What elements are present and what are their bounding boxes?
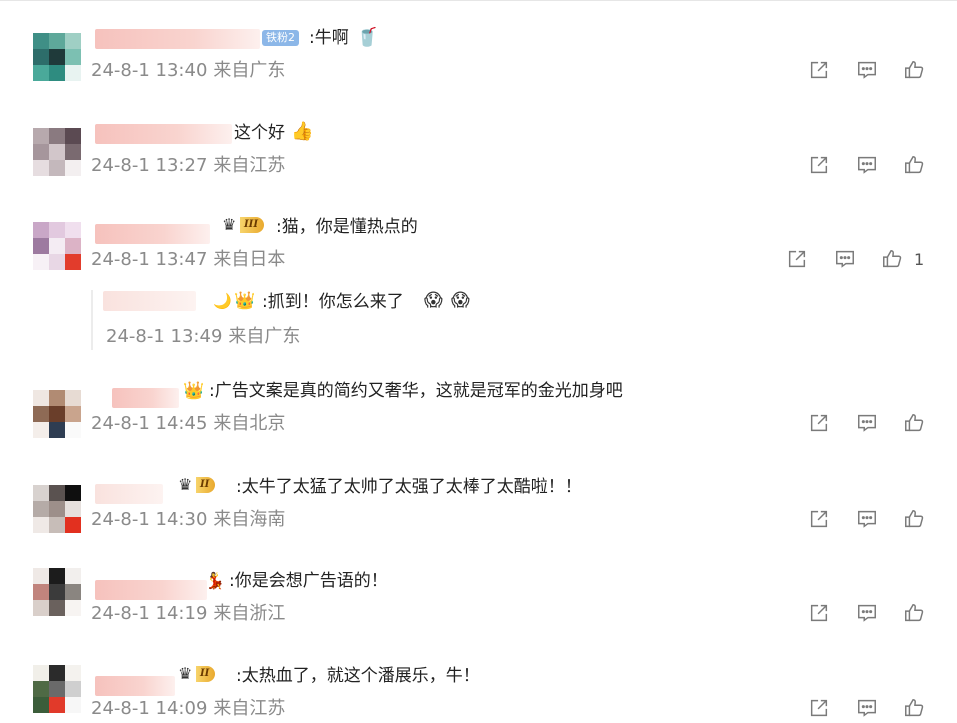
comment-location: 来自北京 [213,413,286,434]
thumbs-up-icon[interactable] [903,154,927,178]
comment-meta: 24-8-1 13:47 来自日本 [91,249,291,271]
comment-text: 这个好 [234,123,285,143]
comment-text: :牛啊 [309,28,349,48]
comment-text: :你是会想广告语的！ [229,571,388,591]
comment-actions [808,602,928,626]
share-icon[interactable] [808,59,832,83]
comment-actions [808,697,928,721]
share-icon[interactable] [808,412,832,436]
comment-meta: 24-8-1 14:09 来自江苏 [91,698,291,720]
comment-date: 24-8-1 14:45 [91,413,208,434]
scared-emoji-icon: 😱 [424,290,443,311]
share-icon[interactable] [808,154,832,178]
comment-location: 来自浙江 [213,603,286,624]
moon-emoji-icon: 🌙 [213,292,232,310]
comment-date: 24-8-1 13:47 [91,249,208,270]
reply-indent-line [91,290,93,350]
thumbs-up-icon[interactable] [903,697,927,721]
comment-meta: 24-8-1 14:19 来自浙江 [91,603,291,625]
crown-badge-icon: 👑 [234,291,256,311]
username-blurred[interactable] [95,580,207,600]
comment-icon[interactable] [834,248,858,272]
avatar[interactable] [33,485,81,533]
comment-date: 24-8-1 13:40 [91,60,208,81]
comment-location: 来自广东 [228,326,301,347]
username-blurred[interactable] [95,484,163,504]
crown-badge-icon: 👑 [183,381,205,401]
rank-badge: ♛ II [178,664,216,687]
share-icon[interactable] [808,508,832,532]
avatar[interactable] [33,568,81,616]
thumbs-up-icon[interactable] [881,248,905,272]
comment-location: 来自日本 [213,249,286,270]
comment-meta: 24-8-1 14:30 来自海南 [91,509,291,531]
comment-meta: 24-8-1 13:27 来自江苏 [91,155,291,177]
share-icon[interactable] [808,697,832,721]
drink-emoji-icon: 🥤 [356,27,379,48]
comment-actions [808,508,928,532]
comment-meta: 24-8-1 13:40 来自广东 [91,60,291,82]
comment-location: 来自广东 [213,60,286,81]
comment-icon[interactable] [856,697,880,721]
comment-text: :猫，你是懂热点的 [276,217,418,237]
username-blurred[interactable] [95,224,210,244]
comment-actions [808,412,928,436]
avatar[interactable] [33,33,81,81]
fan-badge: 铁粉2 [262,30,299,46]
username-blurred[interactable] [95,29,260,49]
comment-text: :太牛了太猛了太帅了太强了太棒了太酷啦！！ [236,477,582,497]
thumbs-up-icon[interactable] [903,602,927,626]
comment-date: 24-8-1 13:49 [106,326,223,347]
rank-badge: ♛ III [222,215,265,238]
like-count: 1 [914,250,925,269]
share-icon[interactable] [808,602,832,626]
comment-meta: 24-8-1 14:45 来自北京 [91,413,291,435]
crown-icon: ♛ [178,664,193,683]
comment-date: 24-8-1 14:30 [91,509,208,530]
avatar[interactable] [33,222,81,270]
username-blurred[interactable] [112,388,179,408]
thumbs-up-icon[interactable] [903,412,927,436]
thumbs-up-icon[interactable] [903,59,927,83]
comment-text: :广告文案是真的简约又奢华，这就是冠军的金光加身吧 [209,381,623,401]
comment-icon[interactable] [856,602,880,626]
comment-date: 24-8-1 13:27 [91,155,208,176]
username-blurred[interactable] [95,676,175,696]
comment-location: 来自江苏 [213,698,286,719]
thumbs-up-emoji-icon: 👍 [291,121,314,142]
avatar[interactable] [33,665,81,713]
comment-icon[interactable] [856,59,880,83]
comment-location: 来自海南 [213,509,286,530]
comment-icon[interactable] [856,508,880,532]
comment-text: :太热血了，就这个潘展乐，牛！ [236,666,480,686]
comment-date: 24-8-1 14:19 [91,603,208,624]
comment-icon[interactable] [856,154,880,178]
comment-meta: 24-8-1 13:49 来自广东 [106,326,306,348]
avatar[interactable] [33,390,81,438]
crown-icon: ♛ [178,475,193,494]
comment-actions [808,59,928,83]
scared-emoji-icon: 😱 [451,290,470,311]
crown-icon: ♛ [222,215,237,234]
comment-date: 24-8-1 14:09 [91,698,208,719]
dancing-emoji-icon: 💃 [205,571,225,590]
comment-icon[interactable] [856,412,880,436]
thumbs-up-icon[interactable] [903,508,927,532]
comment-actions [808,154,928,178]
username-blurred[interactable] [95,124,232,144]
top-divider [0,0,957,1]
share-icon[interactable] [786,248,810,272]
comment-text: :抓到！你怎么来了 [262,292,404,312]
comment-location: 来自江苏 [213,155,286,176]
comment-actions: 1 [786,248,936,272]
avatar[interactable] [33,128,81,176]
rank-badge: ♛ II [178,475,216,498]
username-blurred[interactable] [103,291,196,311]
